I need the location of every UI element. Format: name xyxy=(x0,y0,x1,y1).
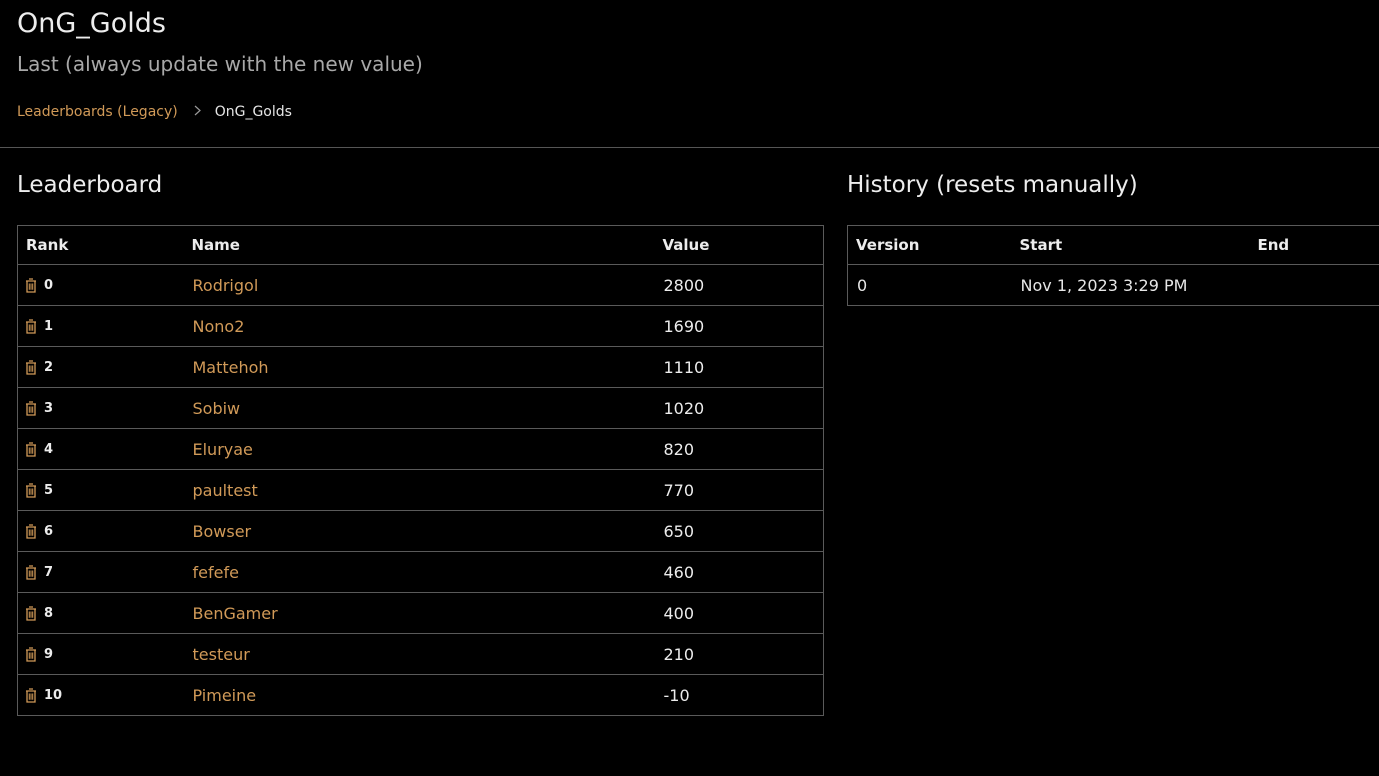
player-name-link[interactable]: Nono2 xyxy=(193,317,245,336)
leaderboard-body: 0 Rodrigol 2800 1 Nono2 1690 2 Mattehoh 1110 3 Sob… xyxy=(17,264,824,716)
trash-icon[interactable] xyxy=(25,687,37,703)
score-value: 770 xyxy=(663,480,695,500)
player-name-link[interactable]: Sobiw xyxy=(193,399,241,418)
table-header-row: Rank Name Value xyxy=(17,225,824,265)
history-body: 0 Nov 1, 2023 3:29 PM xyxy=(847,264,1379,306)
trash-icon[interactable] xyxy=(25,482,37,498)
player-name-link[interactable]: paultest xyxy=(193,481,258,500)
score-value: 210 xyxy=(663,644,695,664)
column-header-name: Name xyxy=(183,225,655,265)
column-header-start: Start xyxy=(1011,225,1250,265)
breadcrumb: Leaderboards (Legacy) OnG_Golds xyxy=(17,104,292,120)
rank-value: 4 xyxy=(44,441,54,457)
score-value: 1020 xyxy=(663,398,705,418)
trash-icon[interactable] xyxy=(25,646,37,662)
chevron-right-icon xyxy=(194,105,201,120)
breadcrumb-current: OnG_Golds xyxy=(214,104,292,120)
player-name-link[interactable]: Rodrigol xyxy=(193,276,259,295)
table-row: 6 Bowser 650 xyxy=(17,510,824,552)
score-value: 820 xyxy=(663,439,695,459)
table-row: 2 Mattehoh 1110 xyxy=(17,346,824,388)
table-row: 1 Nono2 1690 xyxy=(17,305,824,347)
rank-value: 7 xyxy=(44,564,54,580)
table-row: 10 Pimeine -10 xyxy=(17,674,824,716)
table-row: 9 testeur 210 xyxy=(17,633,824,675)
table-row: 7 fefefe 460 xyxy=(17,551,824,593)
rank-value: 0 xyxy=(44,277,54,293)
table-row: 0 Rodrigol 2800 xyxy=(17,264,824,306)
trash-icon[interactable] xyxy=(25,400,37,416)
version-value: 0 xyxy=(857,275,868,295)
table-row: 4 Eluryae 820 xyxy=(17,428,824,470)
score-value: 1690 xyxy=(663,316,705,336)
column-header-version: Version xyxy=(847,225,1012,265)
player-name-link[interactable]: fefefe xyxy=(193,563,239,582)
player-name-link[interactable]: Eluryae xyxy=(193,440,253,459)
score-value: 2800 xyxy=(663,275,705,295)
rank-value: 10 xyxy=(44,687,63,703)
table-header-row: Version Start End xyxy=(847,225,1379,265)
leaderboard-title: Leaderboard xyxy=(17,172,163,198)
header-divider xyxy=(0,147,1379,148)
table-row: 8 BenGamer 400 xyxy=(17,592,824,634)
player-name-link[interactable]: testeur xyxy=(193,645,250,664)
trash-icon[interactable] xyxy=(25,359,37,375)
trash-icon[interactable] xyxy=(25,318,37,334)
page-subtitle: Last (always update with the new value) xyxy=(17,52,423,76)
score-value: 650 xyxy=(663,521,695,541)
player-name-link[interactable]: Pimeine xyxy=(193,686,257,705)
trash-icon[interactable] xyxy=(25,277,37,293)
history-table: Version Start End 0 Nov 1, 2023 3:29 PM xyxy=(847,225,1379,306)
trash-icon[interactable] xyxy=(25,564,37,580)
table-row: 3 Sobiw 1020 xyxy=(17,387,824,429)
rank-value: 2 xyxy=(44,359,54,375)
rank-value: 8 xyxy=(44,605,54,621)
page-title: OnG_Golds xyxy=(17,8,166,39)
player-name-link[interactable]: BenGamer xyxy=(193,604,278,623)
score-value: -10 xyxy=(663,685,690,705)
score-value: 400 xyxy=(663,603,695,623)
rank-value: 5 xyxy=(44,482,54,498)
column-header-rank: Rank xyxy=(17,225,184,265)
rank-value: 6 xyxy=(44,523,54,539)
player-name-link[interactable]: Bowser xyxy=(193,522,252,541)
leaderboard-table: Rank Name Value 0 Rodrigol 2800 1 Nono2 1690 2… xyxy=(17,225,824,716)
breadcrumb-link-leaderboards[interactable]: Leaderboards (Legacy) xyxy=(17,104,178,120)
player-name-link[interactable]: Mattehoh xyxy=(193,358,269,377)
trash-icon[interactable] xyxy=(25,523,37,539)
score-value: 460 xyxy=(663,562,695,582)
rank-value: 1 xyxy=(44,318,54,334)
table-row: 0 Nov 1, 2023 3:29 PM xyxy=(847,264,1379,306)
history-title: History (resets manually) xyxy=(847,172,1138,198)
column-header-end: End xyxy=(1249,225,1379,265)
rank-value: 9 xyxy=(44,646,54,662)
trash-icon[interactable] xyxy=(25,441,37,457)
rank-value: 3 xyxy=(44,400,54,416)
score-value: 1110 xyxy=(663,357,705,377)
table-row: 5 paultest 770 xyxy=(17,469,824,511)
trash-icon[interactable] xyxy=(25,605,37,621)
start-value: Nov 1, 2023 3:29 PM xyxy=(1020,275,1188,295)
column-header-value: Value xyxy=(654,225,824,265)
